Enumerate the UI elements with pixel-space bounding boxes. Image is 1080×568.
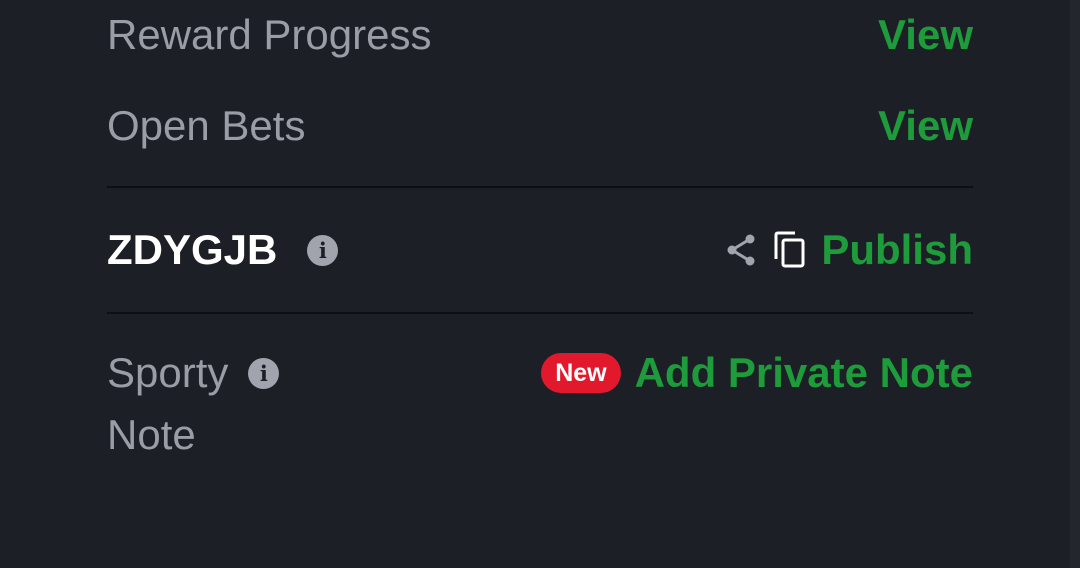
open-bets-view-link[interactable]: View	[878, 105, 973, 147]
info-icon[interactable]: i	[307, 234, 339, 266]
sporty-note-label-line1: Sporty	[107, 349, 229, 396]
booking-code-group: ZDYGJB i	[107, 226, 339, 273]
share-icon[interactable]	[725, 233, 757, 267]
private-note-row: Sporty i Note New Add Private Note	[107, 352, 973, 456]
divider	[107, 186, 973, 188]
scroll-edge	[1070, 0, 1080, 568]
new-badge: New	[541, 353, 621, 393]
bet-details-panel: Reward Progress View Open Bets View ZDYG…	[0, 0, 1080, 568]
add-note-action: New Add Private Note	[541, 352, 973, 394]
info-icon[interactable]: i	[248, 357, 280, 389]
booking-code-row: ZDYGJB i Publish	[107, 226, 973, 274]
publish-button[interactable]: Publish	[821, 229, 973, 271]
reward-progress-view-link[interactable]: View	[878, 14, 973, 56]
reward-progress-row: Reward Progress View	[107, 14, 973, 56]
copy-icon[interactable]	[773, 231, 807, 269]
booking-actions: Publish	[725, 229, 973, 271]
open-bets-label: Open Bets	[107, 102, 306, 149]
sporty-note-label-line2: Note	[107, 411, 196, 458]
divider	[107, 312, 973, 314]
reward-progress-label: Reward Progress	[107, 11, 432, 58]
booking-code: ZDYGJB	[107, 226, 278, 273]
open-bets-row: Open Bets View	[107, 105, 973, 147]
add-private-note-button[interactable]: Add Private Note	[635, 352, 973, 394]
